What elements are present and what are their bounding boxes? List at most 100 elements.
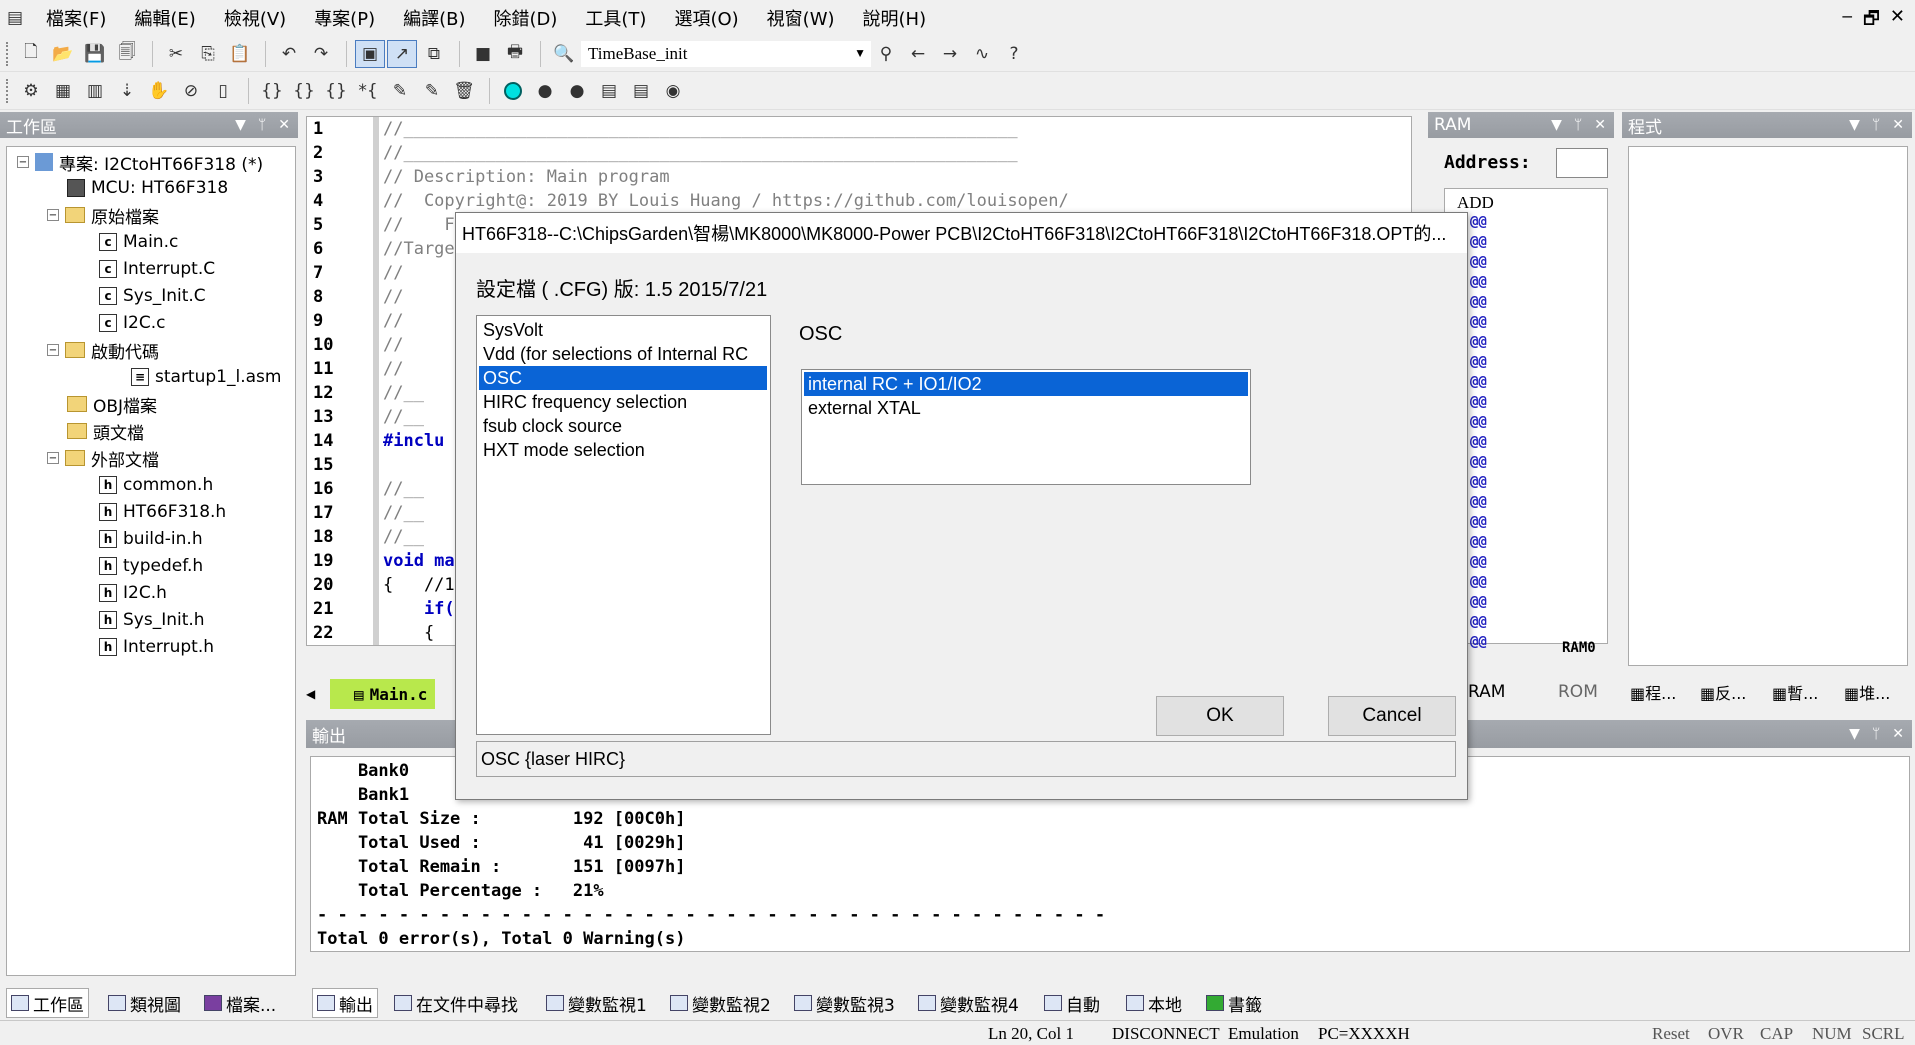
close-icon[interactable]: ✕ <box>1892 117 1904 133</box>
output-toggle-icon[interactable]: ↗ <box>387 39 417 68</box>
menu-tools[interactable]: 工具(T) <box>571 5 660 31</box>
value-list[interactable]: internal RC + IO1/IO2 external XTAL <box>801 369 1251 485</box>
toolbar-grip[interactable] <box>6 78 10 103</box>
dropdown-icon[interactable]: ▼ <box>235 117 246 133</box>
tree-file[interactable]: h HT66F318.h <box>99 499 226 525</box>
menu-build[interactable]: 編譯(B) <box>389 5 479 31</box>
new-file-icon[interactable]: 🗋 <box>16 40 46 68</box>
ram-cell[interactable]: @@ <box>1470 414 1487 432</box>
option-item-selected[interactable]: OSC <box>479 366 767 390</box>
ram-cell[interactable]: @@ <box>1470 514 1487 532</box>
tab-main-c[interactable]: ▤ Main.c <box>330 679 436 709</box>
option-item[interactable]: HXT mode selection <box>479 438 767 462</box>
cut-icon[interactable]: ✂ <box>161 40 191 68</box>
close-icon[interactable]: ✕ <box>1594 117 1606 133</box>
tree-folder-external[interactable]: − 外部文檔 <box>47 445 159 471</box>
tab-ram0[interactable]: RAM0 <box>1562 640 1596 656</box>
pause-icon[interactable]: ● <box>562 77 592 105</box>
pin-icon[interactable]: ᛘ <box>258 117 266 133</box>
reset-icon[interactable]: ▤ <box>594 77 624 105</box>
paste-icon[interactable]: 📋 <box>225 40 255 68</box>
tab-local[interactable]: 本地 <box>1122 988 1186 1018</box>
app-icon[interactable]: ▤ <box>0 4 30 32</box>
run-to-cursor-icon[interactable]: *{ <box>353 77 383 105</box>
tab-bookmarks[interactable]: 書籤 <box>1202 988 1266 1018</box>
ram-cell[interactable]: @@ <box>1470 354 1487 372</box>
config-icon[interactable]: ▯ <box>208 77 238 105</box>
rebuild-icon[interactable]: ▦ <box>48 77 78 105</box>
tree-file[interactable]: h Sys_Init.h <box>99 607 205 633</box>
build-icon[interactable]: ⚙ <box>16 77 46 105</box>
tree-file[interactable]: c Interrupt.C <box>99 256 215 282</box>
tree-folder-source[interactable]: − 原始檔案 <box>47 202 159 228</box>
run-icon[interactable] <box>498 77 528 105</box>
tab-scroll-left-icon[interactable]: ◀ <box>306 687 330 701</box>
menu-view[interactable]: 檢視(V) <box>210 5 300 31</box>
ram-cell[interactable]: @@ <box>1470 394 1487 412</box>
option-item[interactable]: HIRC frequency selection <box>479 390 767 414</box>
close-icon[interactable]: ✕ <box>1890 6 1905 36</box>
tab-auto[interactable]: 自動 <box>1040 988 1104 1018</box>
ram-cell[interactable]: @@ <box>1470 554 1487 572</box>
ram-cell[interactable]: @@ <box>1470 234 1487 252</box>
ram-cell[interactable]: @@ <box>1470 254 1487 272</box>
tree-folder-startup[interactable]: − 啟動代碼 <box>47 337 159 363</box>
compile-icon[interactable]: ▥ <box>80 77 110 105</box>
close-icon[interactable]: ✕ <box>1892 726 1904 742</box>
function-select[interactable]: TimeBase_init ▼ <box>581 40 871 67</box>
binoculars-icon[interactable]: ⚲ <box>871 40 901 68</box>
program-view[interactable] <box>1628 146 1908 666</box>
open-folder-icon[interactable]: 📂 <box>48 40 78 68</box>
tab-workspace[interactable]: 工作區 <box>6 988 89 1018</box>
option-item[interactable]: SysVolt <box>479 318 767 342</box>
dropdown-icon[interactable]: ▼ <box>1849 117 1860 133</box>
tab-watch-3[interactable]: 變數監視3 <box>790 988 899 1018</box>
reset-power-icon[interactable]: ▤ <box>626 77 656 105</box>
ok-button[interactable]: OK <box>1156 696 1284 736</box>
ram-cell[interactable]: @@ <box>1470 374 1487 392</box>
ram-cell[interactable]: @@ <box>1470 474 1487 492</box>
trash-icon[interactable]: 🗑 <box>449 77 479 105</box>
ram-grid[interactable]: ADD <box>1444 188 1608 644</box>
stop-build-icon[interactable]: ⊘ <box>176 77 206 105</box>
tree-file[interactable]: ≡ startup1_l.asm <box>131 364 281 390</box>
emulator-icon[interactable]: ◉ <box>658 77 688 105</box>
tree-file[interactable]: h Interrupt.h <box>99 634 214 660</box>
wave-icon[interactable]: ∿ <box>967 40 997 68</box>
ram-cell[interactable]: @@ <box>1470 454 1487 472</box>
tree-folder-header[interactable]: 頭文檔 <box>67 418 144 444</box>
cancel-button[interactable]: Cancel <box>1328 696 1456 736</box>
ram-cell[interactable]: @@ <box>1470 294 1487 312</box>
tab-watch-1[interactable]: 變數監視1 <box>542 988 651 1018</box>
ram-cell[interactable]: @@ <box>1470 434 1487 452</box>
help-icon[interactable]: ? <box>999 40 1029 68</box>
value-item[interactable]: external XTAL <box>804 396 1248 420</box>
chip-icon[interactable]: ■ <box>468 40 498 68</box>
tab-output[interactable]: 輸出 <box>312 988 378 1018</box>
tab-files[interactable]: 檔案... <box>200 988 280 1018</box>
collapse-icon[interactable]: − <box>47 209 59 221</box>
chevron-down-icon[interactable]: ▼ <box>854 46 870 61</box>
step-over-icon[interactable]: {} <box>289 77 319 105</box>
clear-breakpoints-icon[interactable]: ✎ <box>417 77 447 105</box>
address-input[interactable] <box>1556 148 1608 178</box>
ram-cell[interactable]: @@ <box>1470 314 1487 332</box>
menu-file[interactable]: 檔案(F) <box>32 5 120 31</box>
tree-file[interactable]: c Main.c <box>99 229 178 255</box>
pin-icon[interactable]: ᛘ <box>1872 726 1880 742</box>
menu-help[interactable]: 說明(H) <box>849 5 941 31</box>
ram-cell[interactable]: @@ <box>1470 614 1487 632</box>
tab-program[interactable]: ▦程... <box>1630 680 1676 704</box>
ram-cell[interactable]: @@ <box>1470 494 1487 512</box>
back-arrow-icon[interactable]: ← <box>903 40 933 68</box>
print-icon[interactable]: 🖶 <box>500 40 530 68</box>
toolbar-grip[interactable] <box>6 41 10 66</box>
tree-file[interactable]: h I2C.h <box>99 580 167 606</box>
breakpoint-icon[interactable]: ✎ <box>385 77 415 105</box>
tab-class-view[interactable]: 類視圖 <box>104 988 185 1018</box>
menu-window[interactable]: 視窗(W) <box>753 5 849 31</box>
pin-icon[interactable]: ᛘ <box>1872 117 1880 133</box>
step-out-icon[interactable]: {} <box>321 77 351 105</box>
step-into-icon[interactable]: {} <box>257 77 287 105</box>
menu-options[interactable]: 選項(O) <box>660 5 752 31</box>
